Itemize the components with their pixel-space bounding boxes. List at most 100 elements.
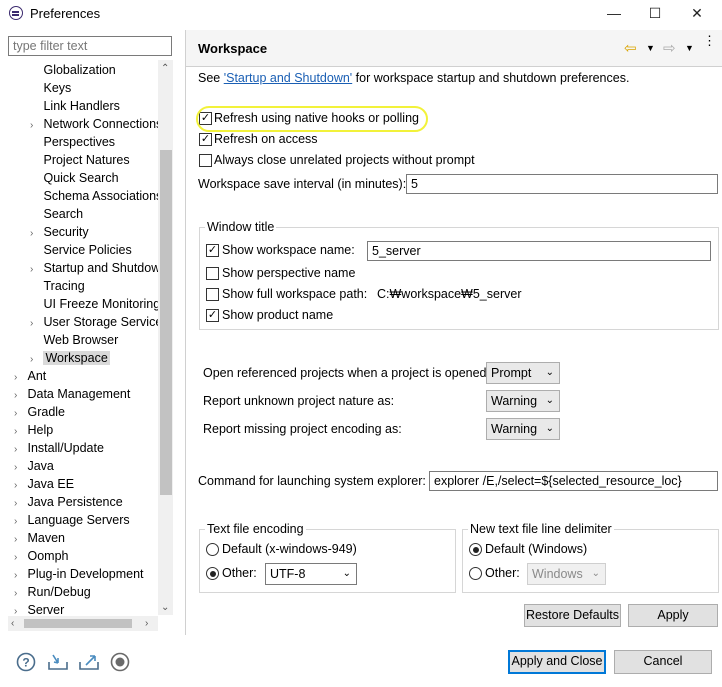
tree-item-label: Java Persistence	[27, 495, 123, 509]
refresh-access-checkbox[interactable]: ✓	[199, 133, 212, 146]
delimiter-default-radio[interactable]	[469, 543, 482, 556]
tree-item[interactable]: › User Storage Service	[30, 313, 162, 331]
always-close-checkbox[interactable]	[199, 154, 212, 167]
encoding-combo[interactable]: UTF-8 ⌄	[265, 563, 357, 585]
expand-chevron-icon[interactable]: ›	[14, 603, 24, 615]
close-button[interactable]: ✕	[687, 4, 707, 22]
import-icon[interactable]	[47, 652, 68, 672]
forward-menu-chevron-icon[interactable]: ▼	[685, 43, 694, 53]
encoding-value: UTF-8	[270, 567, 306, 581]
delimiter-combo[interactable]: Windows ⌄	[527, 563, 606, 585]
minimize-button[interactable]: —	[604, 4, 624, 22]
save-interval-input[interactable]: 5	[406, 174, 718, 194]
tree-item-label: Quick Search	[43, 171, 119, 185]
scroll-left-arrow-icon[interactable]: ‹	[11, 618, 14, 629]
tree-item[interactable]: UI Freeze Monitoring	[30, 295, 160, 313]
tree-item[interactable]: Web Browser	[30, 331, 118, 349]
tree-item[interactable]: Quick Search	[30, 169, 119, 187]
refresh-access-label: Refresh on access	[214, 132, 318, 146]
tree-item[interactable]: Search	[30, 205, 83, 223]
tree-item[interactable]: › Network Connections	[30, 115, 162, 133]
delimiter-value: Windows	[532, 567, 583, 581]
open-referenced-combo[interactable]: Prompt ⌄	[486, 362, 560, 384]
show-workspace-name-checkbox[interactable]: ✓	[206, 244, 219, 257]
tree-item-label: Web Browser	[43, 333, 119, 347]
tree-item[interactable]: Schema Associations	[30, 187, 162, 205]
tree-item[interactable]: › Plug-in Development	[14, 565, 144, 583]
tree-item[interactable]: › Help	[14, 421, 53, 439]
tree-item[interactable]: Perspectives	[30, 133, 115, 151]
tree-item[interactable]: › Gradle	[14, 403, 65, 421]
forward-arrow-icon[interactable]: ⇨	[663, 39, 676, 57]
tree-item-label: Keys	[43, 81, 72, 95]
tree-item[interactable]: Tracing	[30, 277, 85, 295]
tree-item[interactable]: › Java Persistence	[14, 493, 123, 511]
tree-item-label: Ant	[27, 369, 47, 383]
tree-item[interactable]: › Ant	[14, 367, 46, 385]
delimiter-other-label: Other:	[485, 566, 520, 580]
delimiter-other-radio[interactable]	[469, 567, 482, 580]
scroll-right-arrow-icon[interactable]: ›	[145, 618, 148, 629]
view-menu-icon[interactable]: ⋮	[703, 34, 716, 47]
tree-item[interactable]: › Run/Debug	[14, 583, 91, 601]
apply-button[interactable]: Apply	[628, 604, 718, 627]
tree-item[interactable]: Link Handlers	[30, 97, 119, 115]
tree-item[interactable]: › Startup and Shutdown	[30, 259, 167, 277]
tree-item-label: Language Servers	[27, 513, 130, 527]
tree-item[interactable]: Project Natures	[30, 151, 129, 169]
missing-encoding-combo[interactable]: Warning ⌄	[486, 418, 560, 440]
see-prefix: See	[198, 71, 224, 85]
record-icon[interactable]	[110, 652, 130, 672]
restore-defaults-button[interactable]: Restore Defaults	[524, 604, 621, 627]
show-perspective-checkbox[interactable]	[206, 267, 219, 280]
open-referenced-value: Prompt	[491, 366, 532, 380]
encoding-other-radio[interactable]	[206, 567, 219, 580]
tree-item[interactable]: › Maven	[14, 529, 65, 547]
tree-item[interactable]: › Java EE	[14, 475, 74, 493]
tree-item[interactable]: › Security	[30, 223, 89, 241]
save-interval-label: Workspace save interval (in minutes):	[198, 177, 407, 191]
chevron-down-icon: ⌄	[545, 367, 554, 378]
tree-item[interactable]: Globalization	[30, 61, 115, 79]
tree-vertical-scroll-thumb[interactable]	[160, 150, 172, 495]
unknown-nature-combo[interactable]: Warning ⌄	[486, 390, 560, 412]
unknown-nature-label: Report unknown project nature as:	[203, 394, 395, 408]
tree-item-label: Tracing	[43, 279, 85, 293]
delimiter-default-label: Default (Windows)	[485, 542, 588, 556]
scroll-down-arrow-icon[interactable]: ⌄	[161, 602, 169, 613]
startup-shutdown-link[interactable]: 'Startup and Shutdown'	[224, 71, 352, 85]
tree-item[interactable]: › Java	[14, 457, 54, 475]
tree-item[interactable]: › Server	[14, 601, 64, 615]
filter-input[interactable]	[8, 36, 172, 56]
tree-item-label: Perspectives	[43, 135, 116, 149]
workspace-name-input[interactable]: 5_server	[367, 241, 711, 261]
window-title: Preferences	[30, 6, 101, 21]
tree-horizontal-scroll-thumb[interactable]	[24, 619, 132, 628]
tree-item[interactable]: › Workspace	[30, 349, 110, 367]
chevron-down-icon: ⌄	[342, 568, 351, 579]
startup-description: See 'Startup and Shutdown' for workspace…	[198, 71, 629, 85]
help-icon[interactable]: ?	[16, 652, 36, 672]
scroll-up-arrow-icon[interactable]: ⌃	[161, 63, 169, 74]
maximize-button[interactable]: ☐	[645, 4, 665, 22]
tree-item[interactable]: Service Policies	[30, 241, 131, 259]
tree-item[interactable]: › Install/Update	[14, 439, 104, 457]
show-full-path-checkbox[interactable]	[206, 288, 219, 301]
tree-item[interactable]: › Oomph	[14, 547, 68, 565]
tree-item[interactable]: Keys	[30, 79, 71, 97]
explorer-command-input[interactable]: explorer /E,/select=${selected_resource_…	[429, 471, 718, 491]
sash-divider[interactable]	[185, 30, 186, 635]
export-icon[interactable]	[78, 652, 99, 672]
tree-item-label: Security	[43, 225, 89, 239]
encoding-default-radio[interactable]	[206, 543, 219, 556]
cancel-button[interactable]: Cancel	[614, 650, 712, 674]
apply-and-close-button[interactable]: Apply and Close	[508, 650, 606, 674]
svg-text:?: ?	[22, 656, 29, 670]
missing-encoding-label: Report missing project encoding as:	[203, 422, 402, 436]
back-menu-chevron-icon[interactable]: ▼	[646, 43, 655, 53]
tree-item[interactable]: › Data Management	[14, 385, 130, 403]
tree-item[interactable]: › Language Servers	[14, 511, 130, 529]
back-arrow-icon[interactable]: ⇦	[624, 39, 637, 57]
tree-item-label: Server	[27, 603, 65, 615]
show-product-checkbox[interactable]: ✓	[206, 309, 219, 322]
